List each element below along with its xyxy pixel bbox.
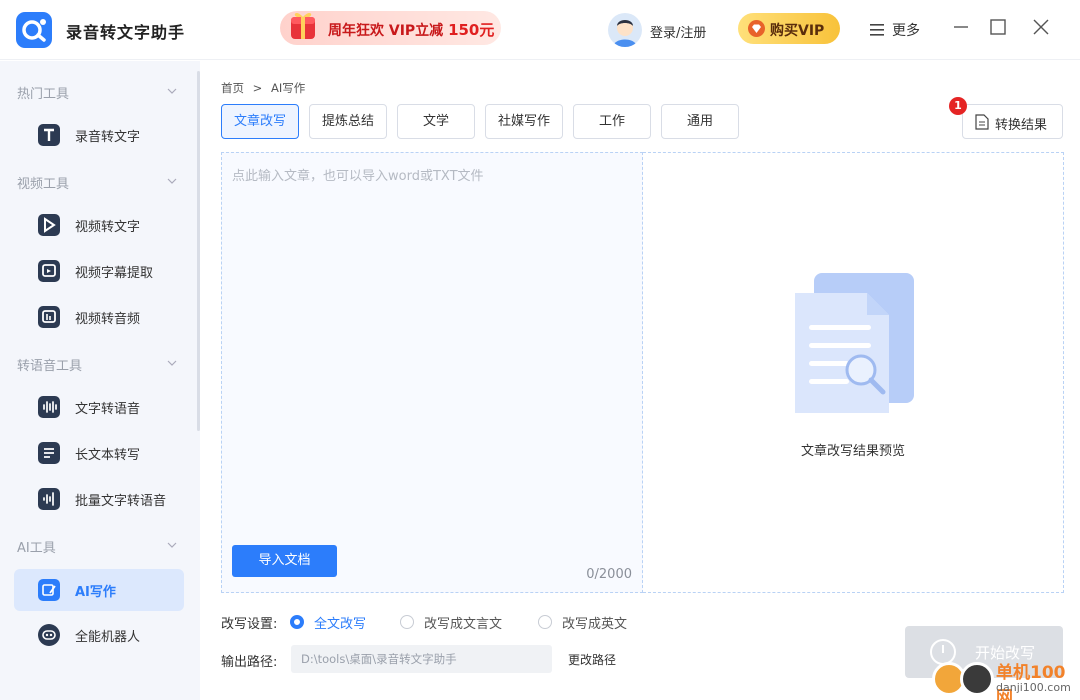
- ai-write-icon: [38, 579, 60, 601]
- buy-vip-button[interactable]: 购买VIP: [738, 13, 840, 44]
- sidebar-item-label: AI写作: [75, 585, 116, 600]
- video-text-icon: [38, 214, 60, 236]
- gift-icon: [291, 12, 315, 39]
- section-hot-tools[interactable]: 热门工具: [17, 83, 185, 102]
- tab-article-rewrite[interactable]: 文章改写: [221, 104, 299, 139]
- char-counter: 0/2000: [586, 567, 632, 582]
- close-icon[interactable]: [1030, 16, 1052, 38]
- conversion-results-button[interactable]: 转换结果: [962, 104, 1063, 139]
- change-path-link[interactable]: 更改路径: [568, 651, 616, 668]
- radio-dot: [538, 615, 552, 629]
- robot-icon: [38, 624, 60, 646]
- radio-dot: [400, 615, 414, 629]
- avatar[interactable]: [608, 13, 642, 47]
- tab-summary[interactable]: 提炼总结: [309, 104, 387, 139]
- subtitle-icon: [38, 260, 60, 282]
- waveform-icon: [38, 396, 60, 418]
- radio-label: 改写成英文: [562, 617, 628, 632]
- tab-social-media[interactable]: 社媒写作: [485, 104, 563, 139]
- sidebar-item-video-to-text[interactable]: 视频转文字: [14, 204, 184, 246]
- preview-label: 文章改写结果预览: [800, 444, 905, 459]
- app-logo-icon: [16, 12, 52, 48]
- long-text-icon: [38, 442, 60, 464]
- breadcrumb-separator: >: [252, 81, 263, 95]
- batch-voice-icon: [38, 488, 60, 510]
- sidebar-item-label: 长文本转写: [75, 448, 141, 463]
- output-path-label: 输出路径:: [221, 655, 278, 670]
- radio-dot: [290, 615, 304, 629]
- promo-banner[interactable]: 周年狂欢 VIP立减 150元: [280, 11, 501, 45]
- section-label: 热门工具: [17, 87, 70, 102]
- chevron-down-icon: [167, 178, 177, 184]
- article-input[interactable]: [232, 165, 632, 535]
- breadcrumb: 首页 > AI写作: [221, 80, 305, 96]
- sidebar-item-label: 视频转文字: [75, 220, 141, 235]
- tab-general[interactable]: 通用: [661, 104, 739, 139]
- section-label: AI工具: [17, 541, 56, 556]
- site-watermark: 单机100网 danji100.com: [930, 660, 1080, 700]
- login-link[interactable]: 登录/注册: [650, 22, 706, 41]
- watermark-url: danji100.com: [996, 681, 1071, 694]
- sidebar-item-label: 录音转文字: [75, 130, 141, 145]
- notification-badge: 1: [949, 97, 967, 115]
- sidebar-item-label: 视频字幕提取: [75, 266, 154, 281]
- diamond-icon: [748, 20, 765, 37]
- rewrite-settings-label: 改写设置:: [221, 617, 278, 632]
- sidebar-item-label: 文字转语音: [75, 402, 141, 417]
- sidebar-item-label: 视频转音频: [75, 312, 141, 327]
- breadcrumb-current: AI写作: [270, 81, 306, 95]
- sidebar-item-long-text[interactable]: 长文本转写: [14, 432, 184, 474]
- sidebar-item-subtitle-extract[interactable]: 视频字幕提取: [14, 250, 184, 292]
- video-audio-icon: [38, 306, 60, 328]
- document-preview-icon: [795, 273, 914, 413]
- title-bar: 录音转文字助手 周年狂欢 VIP立减 150元 登录/注册 购买VIP 更多: [0, 0, 1080, 60]
- section-ai-tools[interactable]: AI工具: [17, 537, 185, 556]
- tab-literature[interactable]: 文学: [397, 104, 475, 139]
- promo-text: 周年狂欢 VIP立减: [328, 23, 444, 39]
- section-label: 转语音工具: [17, 359, 83, 374]
- maximize-icon[interactable]: [987, 16, 1009, 38]
- breadcrumb-home[interactable]: 首页: [221, 81, 244, 95]
- conversion-results-label: 转换结果: [995, 118, 1048, 133]
- sidebar-item-audio-to-text[interactable]: 录音转文字: [14, 114, 184, 156]
- sidebar-item-batch-tts[interactable]: 批量文字转语音: [14, 478, 184, 520]
- section-label: 视频工具: [17, 177, 70, 192]
- radio-label: 改写成文言文: [424, 617, 503, 632]
- sidebar-item-video-to-audio[interactable]: 视频转音频: [14, 296, 184, 338]
- input-panel: 导入文档 0/2000: [221, 152, 643, 593]
- sidebar-item-robot[interactable]: 全能机器人: [14, 614, 184, 656]
- buy-vip-label: 购买VIP: [770, 23, 825, 39]
- menu-icon: [870, 24, 884, 36]
- text-t-icon: [38, 124, 60, 146]
- sidebar: 热门工具 录音转文字 视频工具 视频转文字 视频字幕提取 视频转音频 转语音工具…: [0, 61, 200, 700]
- chevron-down-icon: [167, 360, 177, 366]
- app-title: 录音转文字助手: [66, 23, 186, 42]
- more-label: 更多: [892, 23, 920, 39]
- section-video-tools[interactable]: 视频工具: [17, 173, 185, 192]
- chevron-down-icon: [167, 542, 177, 548]
- sidebar-scrollbar[interactable]: [197, 71, 200, 431]
- sidebar-item-label: 全能机器人: [75, 630, 141, 645]
- import-document-button[interactable]: 导入文档: [232, 545, 337, 577]
- minimize-icon[interactable]: [950, 16, 972, 38]
- preview-panel: 文章改写结果预览: [643, 152, 1064, 593]
- document-icon: [975, 114, 989, 130]
- radio-label: 全文改写: [314, 617, 367, 632]
- chevron-down-icon: [167, 88, 177, 94]
- tab-work[interactable]: 工作: [573, 104, 651, 139]
- section-voice-tools[interactable]: 转语音工具: [17, 355, 185, 374]
- promo-amount: 150元: [448, 21, 495, 39]
- sidebar-item-label: 批量文字转语音: [75, 494, 167, 509]
- output-path-field[interactable]: [291, 645, 552, 673]
- more-menu-button[interactable]: 更多: [870, 20, 920, 40]
- sidebar-item-ai-writing[interactable]: AI写作: [14, 569, 184, 611]
- watermark-logo-icon: [960, 662, 994, 696]
- sidebar-item-text-to-speech[interactable]: 文字转语音: [14, 386, 184, 428]
